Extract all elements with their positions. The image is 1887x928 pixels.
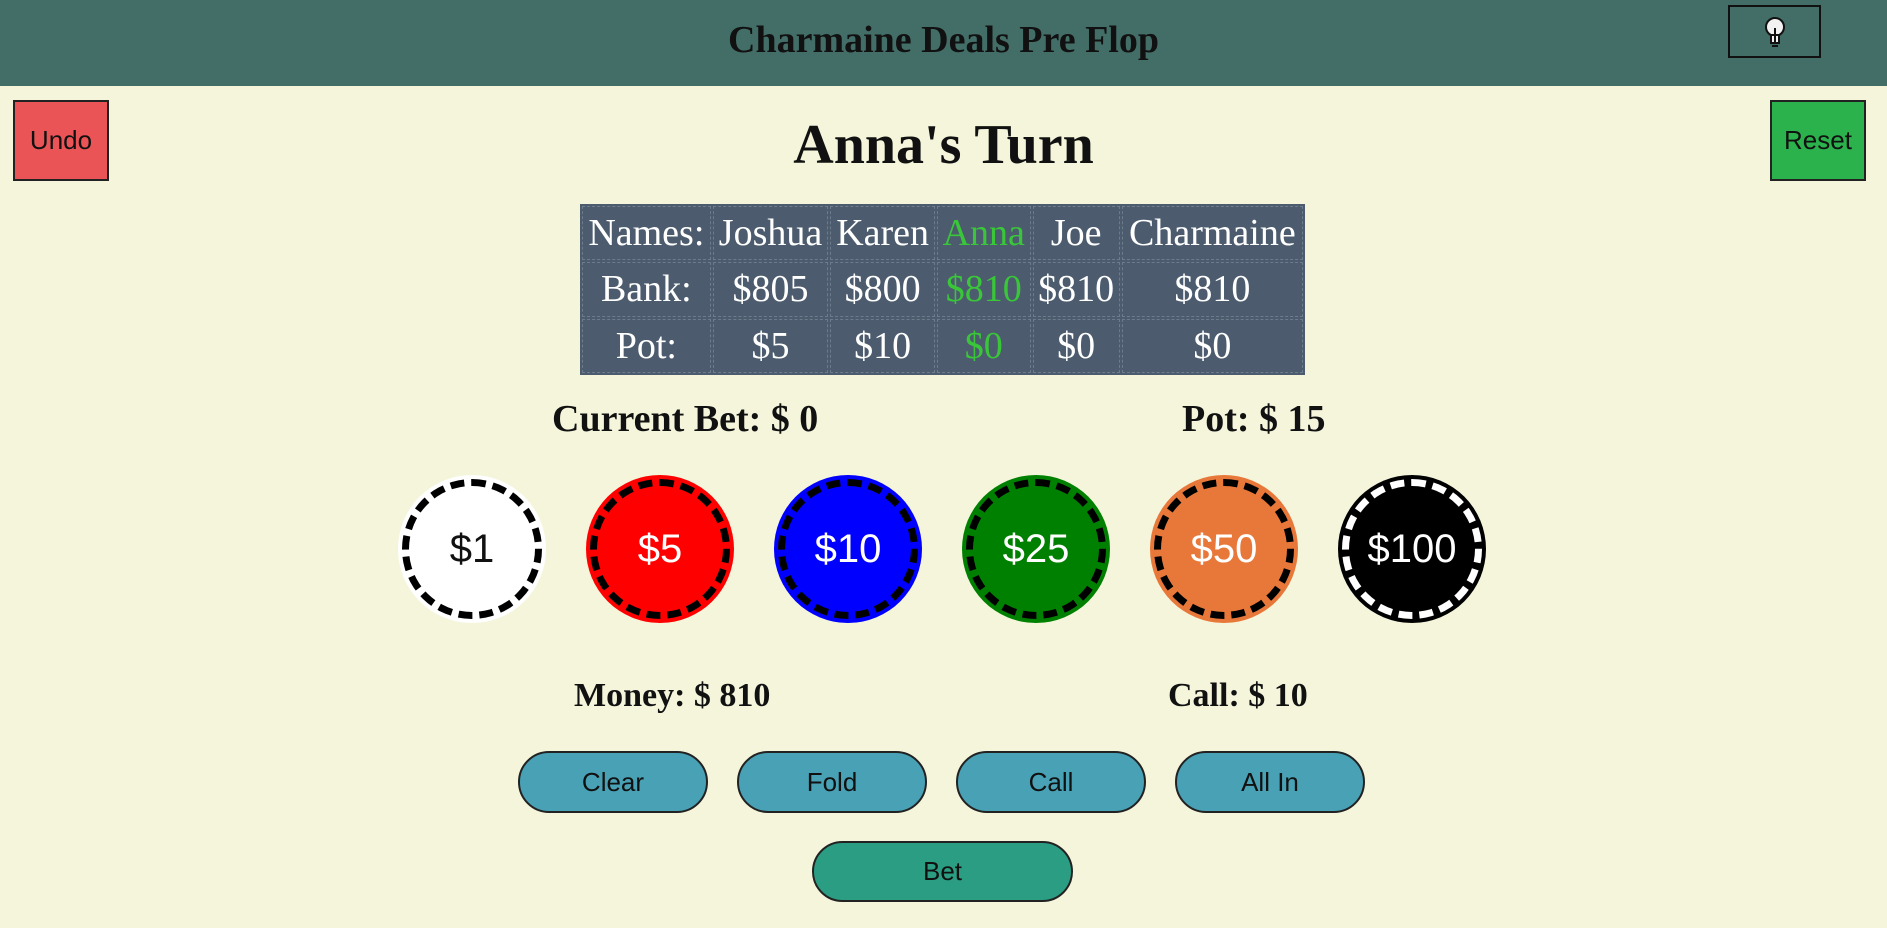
money-label: Money: $ 810	[574, 677, 771, 714]
chip-label: $100	[1367, 526, 1457, 571]
row-label-bank: Bank:	[582, 262, 711, 317]
fold-button[interactable]: Fold	[737, 751, 927, 813]
bet-button[interactable]: Bet	[812, 841, 1073, 902]
header-bar: Charmaine Deals Pre Flop	[0, 0, 1887, 86]
chip-label: $1	[449, 526, 495, 571]
player-name: Karen	[830, 206, 935, 261]
hint-button[interactable]	[1728, 5, 1821, 58]
player-pot: $5	[712, 318, 829, 373]
player-name: Joe	[1032, 206, 1120, 261]
chip-1-dollar[interactable]: $1	[398, 475, 546, 623]
player-bank-active: $810	[936, 262, 1031, 317]
clear-button[interactable]: Clear	[518, 751, 708, 813]
chip-label: $10	[814, 526, 882, 571]
player-pot: $0	[1121, 318, 1303, 373]
call-button[interactable]: Call	[956, 751, 1146, 813]
row-label-names: Names:	[582, 206, 711, 261]
chip-25-dollar[interactable]: $25	[962, 475, 1110, 623]
players-table: Names: Joshua Karen Anna Joe Charmaine B…	[580, 204, 1305, 375]
chip-label: $25	[1002, 526, 1070, 571]
player-bank: $810	[1032, 262, 1120, 317]
player-pot: $10	[830, 318, 935, 373]
player-bank: $810	[1121, 262, 1303, 317]
all-in-button[interactable]: All In	[1175, 751, 1365, 813]
chip-label: $5	[637, 526, 683, 571]
player-pot: $0	[1032, 318, 1120, 373]
chip-100-dollar[interactable]: $100	[1338, 475, 1486, 623]
turn-title: Anna's Turn	[793, 114, 1094, 176]
chip-label: $50	[1190, 526, 1258, 571]
chip-5-dollar[interactable]: $5	[586, 475, 734, 623]
call-amount-label: Call: $ 10	[1168, 677, 1308, 714]
lightbulb-icon	[1764, 16, 1785, 47]
pot-row: Pot: $5 $10 $0 $0 $0	[582, 318, 1303, 373]
dealer-status-title: Charmaine Deals Pre Flop	[728, 19, 1159, 61]
player-pot-active: $0	[936, 318, 1031, 373]
player-name: Charmaine	[1121, 206, 1303, 261]
chip-10-dollar[interactable]: $10	[774, 475, 922, 623]
row-label-pot: Pot:	[582, 318, 711, 373]
bank-row: Bank: $805 $800 $810 $810 $810	[582, 262, 1303, 317]
player-name: Joshua	[712, 206, 829, 261]
names-row: Names: Joshua Karen Anna Joe Charmaine	[582, 206, 1303, 261]
player-bank: $805	[712, 262, 829, 317]
current-bet-label: Current Bet: $ 0	[552, 398, 819, 440]
pot-total-label: Pot: $ 15	[1182, 398, 1326, 440]
player-bank: $800	[830, 262, 935, 317]
chip-50-dollar[interactable]: $50	[1150, 475, 1298, 623]
player-name-active: Anna	[936, 206, 1031, 261]
